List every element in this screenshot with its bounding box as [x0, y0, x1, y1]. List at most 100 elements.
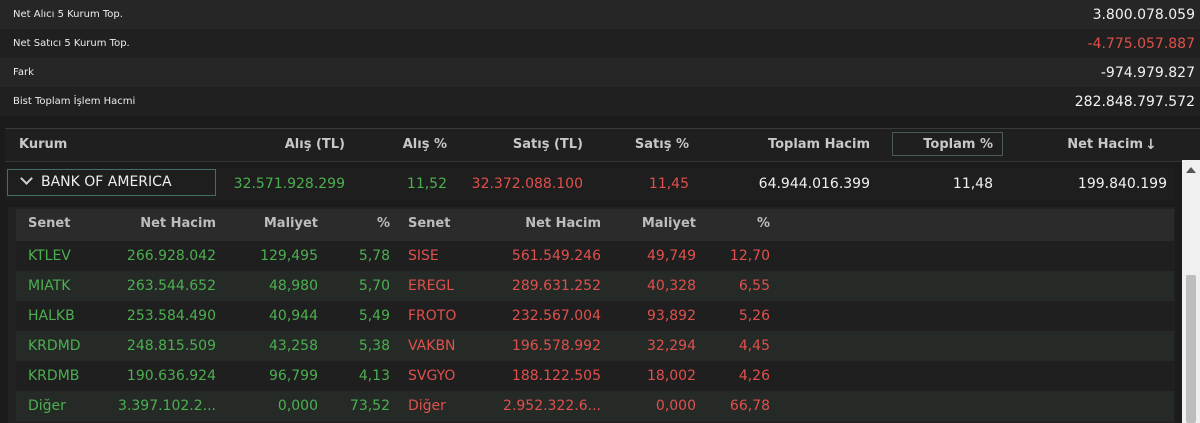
sell-maliyet: 40,328: [647, 278, 696, 294]
sell-net-hacim: 2.952.322.6...: [503, 398, 601, 414]
summary-row-bist-hacim: Bist Toplam İşlem Hacmi 282.848.797.572: [0, 87, 1200, 116]
sell-maliyet: 32,294: [647, 338, 696, 354]
summary-label: Net Alıcı 5 Kurum Top.: [13, 9, 123, 20]
scrollbar-thumb[interactable]: [1186, 275, 1196, 423]
summary-row-fark: Fark -974.979.827: [0, 58, 1200, 87]
detail-header-senet[interactable]: Senet: [408, 209, 450, 239]
detail-header-maliyet[interactable]: Maliyet: [616, 209, 696, 239]
chevron-down-icon[interactable]: [20, 172, 33, 185]
buy-pct: 5,78: [358, 248, 390, 264]
sell-symbol: EREGL: [408, 278, 455, 294]
buy-symbol: KRDMD: [28, 338, 81, 354]
detail-row[interactable]: KTLEV 266.928.042 129,495 5,78 SISE 561.…: [16, 241, 1174, 271]
buy-maliyet: 43,258: [269, 338, 318, 354]
buy-net-hacim: 263.544.652: [126, 278, 216, 294]
sell-maliyet: 93,892: [647, 308, 696, 324]
detail-row[interactable]: HALKB 253.584.490 40,944 5,49 FROTO 232.…: [16, 301, 1174, 331]
cell-alis-tl: 32.571.928.299: [233, 176, 345, 192]
detail-header-maliyet[interactable]: Maliyet: [226, 209, 318, 239]
buy-symbol: HALKB: [28, 308, 75, 324]
sell-net-hacim: 188.122.505: [511, 368, 601, 384]
header-satis-tl[interactable]: Satış (TL): [465, 129, 583, 161]
summary-panel: Net Alıcı 5 Kurum Top. 3.800.078.059 Net…: [0, 0, 1200, 116]
sell-pct: 6,55: [738, 278, 770, 294]
sell-pct: 5,26: [738, 308, 770, 324]
detail-table-header: Senet Net Hacim Maliyet % Senet Net Haci…: [16, 209, 1174, 241]
header-kurum[interactable]: Kurum: [19, 129, 67, 161]
detail-header-pct[interactable]: %: [716, 209, 770, 239]
summary-label: Net Satıcı 5 Kurum Top.: [13, 38, 130, 49]
sell-net-hacim: 232.567.004: [511, 308, 601, 324]
sell-symbol: SVGYO: [408, 368, 456, 384]
summary-label: Fark: [13, 67, 34, 78]
institution-name: BANK OF AMERICA: [41, 174, 172, 190]
sell-symbol: SISE: [408, 248, 439, 264]
detail-row[interactable]: KRDMB 190.636.924 96,799 4,13 SVGYO 188.…: [16, 361, 1174, 391]
buy-net-hacim: 248.815.509: [126, 338, 216, 354]
detail-row[interactable]: MIATK 263.544.652 48,980 5,70 EREGL 289.…: [16, 271, 1174, 301]
buy-symbol: KRDMB: [28, 368, 80, 384]
vertical-scrollbar[interactable]: [1182, 160, 1200, 423]
buy-symbol: KTLEV: [28, 248, 71, 264]
sell-pct: 4,45: [738, 338, 770, 354]
cell-toplam-hacim: 64.944.016.399: [758, 176, 870, 192]
cell-satis-tl: 32.372.088.100: [471, 176, 583, 192]
header-satis-pct[interactable]: Satış %: [605, 129, 689, 161]
summary-value: -4.775.057.887: [1087, 35, 1195, 52]
sell-net-hacim: 196.578.992: [511, 338, 601, 354]
cell-toplam-pct: 11,48: [952, 176, 993, 192]
buy-net-hacim: 3.397.102.2...: [118, 398, 216, 414]
detail-header-net-hacim[interactable]: Net Hacim: [106, 209, 216, 239]
scroll-up-arrow-icon[interactable]: [1186, 167, 1196, 173]
summary-value: 3.800.078.059: [1092, 6, 1195, 23]
detail-header-senet[interactable]: Senet: [28, 209, 70, 239]
buy-pct: 5,70: [358, 278, 390, 294]
buy-maliyet: 0,000: [277, 398, 318, 414]
header-net-hacim[interactable]: Net Hacim: [1015, 129, 1143, 161]
sort-arrow-down-icon[interactable]: ↓: [1145, 129, 1157, 161]
buy-symbol: MIATK: [28, 278, 71, 294]
buy-maliyet: 96,799: [269, 368, 318, 384]
institution-name-cell[interactable]: BANK OF AMERICA: [7, 169, 216, 196]
sell-pct: 66,78: [729, 398, 770, 414]
buy-net-hacim: 253.584.490: [126, 308, 216, 324]
sell-maliyet: 49,749: [647, 248, 696, 264]
detail-header-net-hacim[interactable]: Net Hacim: [486, 209, 601, 239]
detail-row[interactable]: Diğer 3.397.102.2... 0,000 73,52 Diğer 2…: [16, 391, 1174, 421]
buy-pct: 4,13: [358, 368, 390, 384]
sell-symbol: Diğer: [408, 398, 446, 414]
sell-pct: 4,26: [738, 368, 770, 384]
summary-value: -974.979.827: [1100, 64, 1195, 81]
detail-header-pct[interactable]: %: [336, 209, 390, 239]
cell-satis-pct: 11,45: [648, 176, 689, 192]
institution-detail-panel: Senet Net Hacim Maliyet % Senet Net Haci…: [8, 207, 1175, 423]
buy-maliyet: 40,944: [269, 308, 318, 324]
header-alis-tl[interactable]: Alış (TL): [215, 129, 345, 161]
sell-maliyet: 0,000: [655, 398, 696, 414]
sell-maliyet: 18,002: [647, 368, 696, 384]
institution-row[interactable]: BANK OF AMERICA 32.571.928.299 11,52 32.…: [5, 168, 1175, 200]
header-toplam-pct[interactable]: Toplam %: [895, 129, 993, 161]
summary-label: Bist Toplam İşlem Hacmi: [13, 96, 136, 107]
buy-maliyet: 129,495: [260, 248, 318, 264]
sell-symbol: VAKBN: [408, 338, 456, 354]
sell-net-hacim: 289.631.252: [511, 278, 601, 294]
buy-pct: 5,49: [358, 308, 390, 324]
detail-row[interactable]: KRDMD 248.815.509 43,258 5,38 VAKBN 196.…: [16, 331, 1174, 361]
sell-net-hacim: 561.549.246: [511, 248, 601, 264]
header-alis-pct[interactable]: Alış %: [365, 129, 447, 161]
cell-net-hacim: 199.840.199: [1077, 176, 1167, 192]
buy-maliyet: 48,980: [269, 278, 318, 294]
summary-value: 282.848.797.572: [1074, 93, 1195, 110]
header-toplam-hacim[interactable]: Toplam Hacim: [715, 129, 870, 161]
main-table-header: Kurum Alış (TL) Alış % Satış (TL) Satış …: [5, 128, 1200, 162]
summary-row-net-satici: Net Satıcı 5 Kurum Top. -4.775.057.887: [0, 29, 1200, 58]
detail-table: Senet Net Hacim Maliyet % Senet Net Haci…: [16, 209, 1174, 421]
buy-net-hacim: 190.636.924: [126, 368, 216, 384]
summary-row-net-alici: Net Alıcı 5 Kurum Top. 3.800.078.059: [0, 0, 1200, 29]
sell-pct: 12,70: [729, 248, 770, 264]
buy-net-hacim: 266.928.042: [126, 248, 216, 264]
buy-symbol: Diğer: [28, 398, 66, 414]
buy-pct: 73,52: [349, 398, 390, 414]
buy-pct: 5,38: [358, 338, 390, 354]
